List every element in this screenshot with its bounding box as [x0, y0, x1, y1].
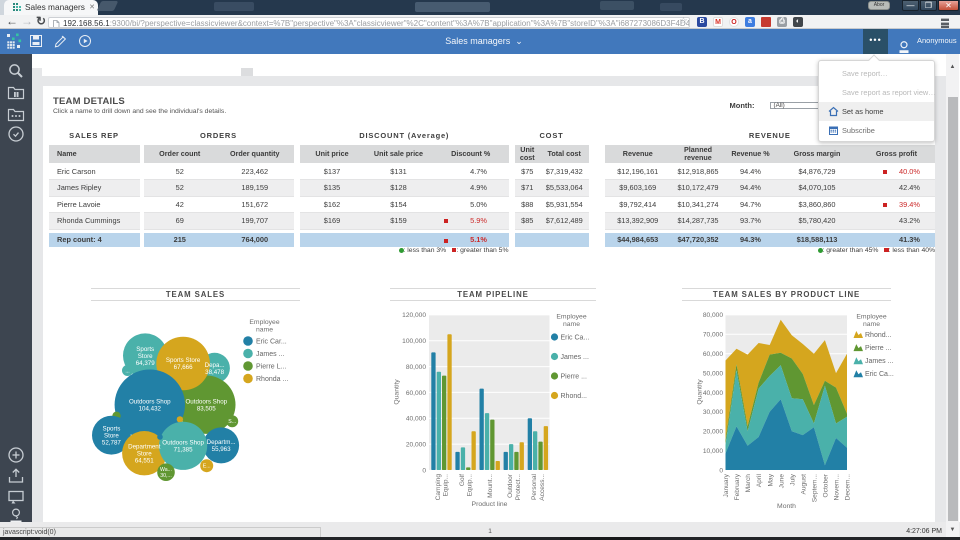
svg-text:50,000: 50,000 — [702, 370, 723, 377]
svg-text:10,000: 10,000 — [702, 448, 723, 455]
svg-text:40,000: 40,000 — [702, 390, 723, 397]
svg-text:Outdoor: Outdoor — [507, 473, 514, 498]
svg-text:Outdoors Shop: Outdoors Shop — [162, 440, 204, 447]
svg-text:Depa...: Depa... — [204, 362, 224, 369]
svg-text:January: January — [723, 473, 730, 497]
svg-text:...: ... — [125, 368, 129, 374]
svg-text:Mount...: Mount... — [486, 474, 493, 498]
svg-text:Sports: Sports — [136, 346, 154, 353]
svg-text:Equip...: Equip... — [442, 474, 449, 497]
svg-text:August: August — [800, 474, 807, 495]
svg-text:Access...: Access... — [538, 474, 545, 501]
svg-text:Novem...: Novem... — [833, 474, 840, 501]
svg-text:Camping: Camping — [434, 474, 441, 501]
svg-text:52,787: 52,787 — [101, 439, 120, 446]
svg-text:20,000: 20,000 — [702, 429, 723, 436]
svg-text:Department: Department — [128, 443, 161, 450]
svg-text:Departm...: Departm... — [206, 439, 235, 446]
svg-text:80,000: 80,000 — [702, 312, 723, 319]
svg-text:Employee: Employee — [249, 319, 279, 326]
svg-text:June: June — [778, 474, 785, 489]
svg-text:May: May — [767, 473, 774, 486]
svg-text:30,000: 30,000 — [702, 409, 723, 416]
svg-text:67,666: 67,666 — [173, 364, 192, 371]
svg-text:Decem...: Decem... — [844, 474, 851, 501]
svg-text:Employee: Employee — [856, 314, 886, 321]
svg-text:name: name — [255, 327, 272, 334]
svg-text:64,379: 64,379 — [135, 360, 154, 367]
svg-text:80,000: 80,000 — [405, 364, 426, 371]
svg-text:71,385: 71,385 — [173, 447, 192, 454]
svg-text:Outdoors Shop: Outdoors Shop — [128, 398, 170, 405]
svg-text:Protect...: Protect... — [514, 474, 521, 501]
svg-text:55,963: 55,963 — [211, 446, 230, 453]
svg-text:83,505: 83,505 — [196, 405, 215, 412]
svg-text:Month: Month — [777, 503, 796, 510]
svg-text:104,432: 104,432 — [138, 405, 161, 412]
svg-text:Sports: Sports — [102, 425, 120, 432]
svg-text:Outdoors Shop: Outdoors Shop — [185, 398, 227, 405]
svg-text:100,000: 100,000 — [402, 338, 426, 345]
svg-text:April: April — [756, 473, 763, 487]
svg-text:Store: Store — [104, 432, 119, 439]
svg-text:October: October — [822, 473, 829, 497]
svg-text:Eric Ca...: Eric Ca... — [560, 334, 589, 341]
svg-text:Store: Store — [136, 450, 151, 457]
svg-text:Quantity: Quantity — [696, 379, 703, 405]
svg-text:Pierre ...: Pierre ... — [865, 345, 892, 352]
svg-text:Personal: Personal — [531, 473, 538, 500]
svg-text:Employee: Employee — [556, 314, 586, 321]
svg-text:February: February — [734, 473, 741, 500]
svg-text:Pierre L...: Pierre L... — [256, 363, 286, 370]
svg-text:James ...: James ... — [560, 354, 588, 361]
svg-text:Septem...: Septem... — [811, 474, 818, 502]
svg-text:Quantity: Quantity — [393, 379, 400, 405]
svg-text:64,551: 64,551 — [134, 457, 153, 464]
svg-text:20,000: 20,000 — [405, 441, 426, 448]
svg-text:Rhond...: Rhond... — [560, 393, 587, 400]
svg-text:Eric Car...: Eric Car... — [256, 338, 287, 345]
svg-text:E...: E... — [202, 464, 210, 470]
svg-text:Eric Ca...: Eric Ca... — [865, 371, 894, 378]
svg-text:Store: Store — [137, 353, 152, 360]
svg-text:0: 0 — [422, 467, 426, 474]
svg-text:July: July — [789, 473, 796, 485]
svg-text:38,478: 38,478 — [205, 369, 224, 376]
svg-text:name: name — [562, 321, 579, 328]
svg-text:name: name — [862, 321, 879, 328]
svg-text:Pierre ...: Pierre ... — [560, 373, 587, 380]
svg-text:James ...: James ... — [256, 351, 284, 358]
svg-text:Rhonda ...: Rhonda ... — [256, 376, 288, 383]
svg-text:James ...: James ... — [865, 358, 893, 365]
svg-text:Sports Store: Sports Store — [165, 357, 200, 364]
svg-text:70,000: 70,000 — [702, 332, 723, 339]
svg-text:Rhond...: Rhond... — [865, 332, 892, 339]
svg-text:Product line: Product line — [471, 501, 507, 508]
svg-text:Golf: Golf — [459, 474, 466, 486]
svg-text:30,...: 30,... — [160, 473, 172, 479]
svg-text:60,000: 60,000 — [702, 351, 723, 358]
svg-text:0: 0 — [719, 467, 723, 474]
svg-text:March: March — [745, 474, 752, 493]
svg-text:S...: S... — [228, 419, 236, 425]
svg-text:40,000: 40,000 — [405, 416, 426, 423]
svg-text:60,000: 60,000 — [405, 390, 426, 397]
svg-text:Equip...: Equip... — [466, 474, 473, 497]
svg-text:120,000: 120,000 — [402, 312, 426, 319]
